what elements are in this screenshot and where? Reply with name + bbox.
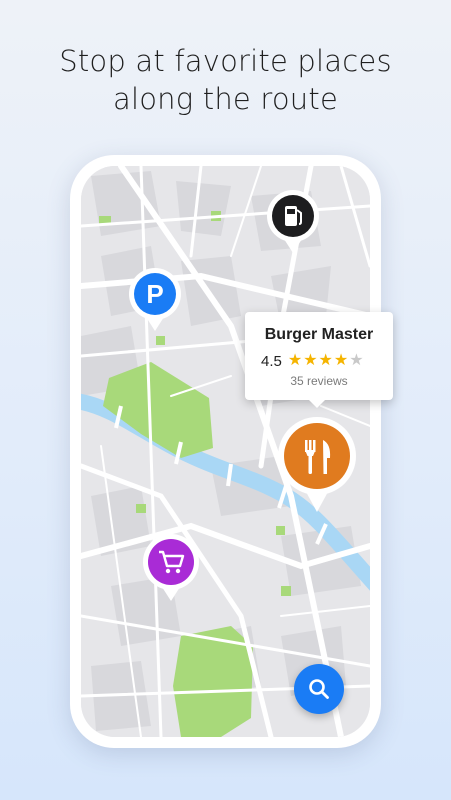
search-button[interactable] (294, 664, 344, 714)
headline-line-2: along the route (112, 82, 338, 116)
rating-row: 4.5 ★★★★★ (261, 351, 365, 371)
rating-score: 4.5 (261, 352, 282, 370)
parking-icon: P (146, 279, 163, 309)
phone-frame: P (70, 155, 381, 748)
headline: Stop at favorite places along the route (0, 42, 451, 118)
headline-line-1: Stop at favorite places (59, 44, 392, 78)
star-rating: ★★★★★ (288, 352, 365, 370)
place-name: Burger Master (264, 326, 374, 343)
restaurant-pin[interactable] (277, 416, 357, 514)
shopping-pin[interactable] (142, 533, 200, 603)
star-filled-icon: ★ (303, 352, 318, 369)
map-view[interactable]: P (81, 166, 370, 737)
star-filled-icon: ★ (333, 352, 349, 369)
star-filled-icon: ★ (318, 352, 333, 369)
parking-pin[interactable]: P (128, 267, 182, 333)
search-icon (309, 679, 329, 699)
fuel-station-pin[interactable] (266, 189, 320, 255)
star-empty-icon: ★ (349, 352, 364, 369)
star-filled-icon: ★ (287, 352, 303, 369)
review-count: 35 reviews (290, 374, 348, 388)
place-info-card[interactable]: Burger Master 4.5 ★★★★★ 35 reviews (245, 312, 393, 408)
